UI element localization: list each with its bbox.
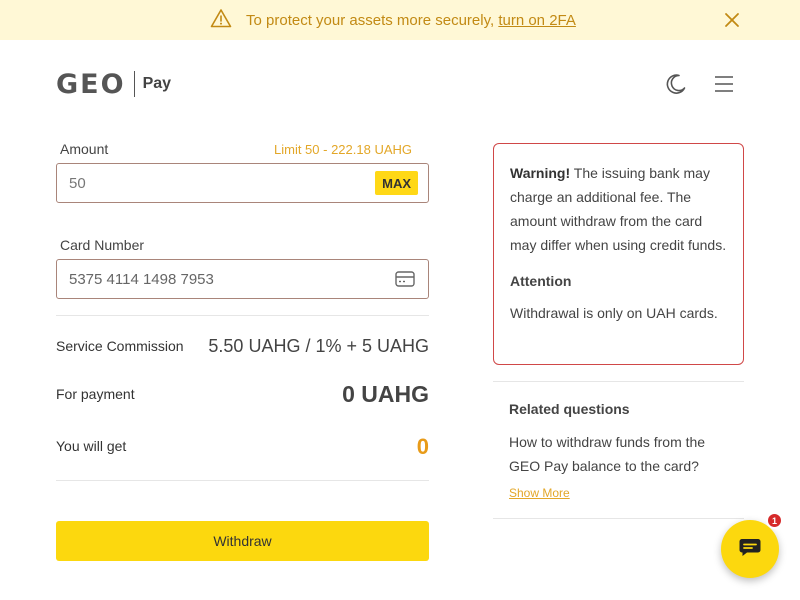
moon-icon[interactable] [664,72,688,96]
amount-label: Amount [60,141,109,157]
card-number-input[interactable]: 5375 4114 1498 7953 [56,259,429,299]
max-button[interactable]: MAX [375,171,418,195]
amount-input[interactable]: 50 MAX [56,163,429,203]
banner-text: To protect your assets more securely, [246,11,495,29]
card-number-value: 5375 4114 1498 7953 [69,270,214,288]
show-more-link[interactable]: Show More [509,486,570,500]
geo-pay-logo[interactable]: GEO Pay [56,68,172,100]
close-icon[interactable] [722,10,742,30]
enable-2fa-link[interactable]: turn on 2FA [498,12,576,29]
notification-badge: 1 [766,512,783,529]
chat-button[interactable] [721,520,779,578]
hamburger-menu-icon[interactable] [712,72,736,96]
warning-title: Warning! [510,165,571,181]
payment-value: 0 UAHG [342,381,429,407]
attention-title: Attention [510,273,572,289]
divider [493,381,744,382]
get-value: 0 [416,434,429,459]
attention-text: Withdrawal is only on UAH cards. [510,305,718,321]
logo-geo: GEO [56,68,126,100]
logo-separator [133,71,135,97]
commission-value: 5.50 UAHG / 1% + 5 UAHG [208,336,429,356]
banner-content: To protect your assets more securely, tu… [210,8,576,32]
divider [56,315,429,316]
divider [493,518,744,519]
card-number-label: Card Number [60,237,145,253]
related-questions-title: Related questions [509,401,630,417]
commission-label: Service Commission [56,338,184,354]
logo-pay: Pay [142,75,172,92]
chat-icon [738,536,762,563]
get-label: You will get [56,438,127,454]
divider [56,480,429,481]
related-question-link[interactable]: How to withdraw funds from the GEO Pay b… [509,430,739,478]
security-banner: To protect your assets more securely, tu… [0,0,800,40]
limit-text: Limit 50 - 222.18 UAHG [274,142,413,157]
credit-card-icon [395,270,415,288]
warning-triangle-icon [210,8,232,32]
withdraw-button[interactable]: Withdraw [56,521,429,561]
warning-box: Warning! The issuing bank may charge an … [493,143,744,365]
amount-placeholder: 50 [69,174,86,192]
payment-label: For payment [56,386,135,402]
